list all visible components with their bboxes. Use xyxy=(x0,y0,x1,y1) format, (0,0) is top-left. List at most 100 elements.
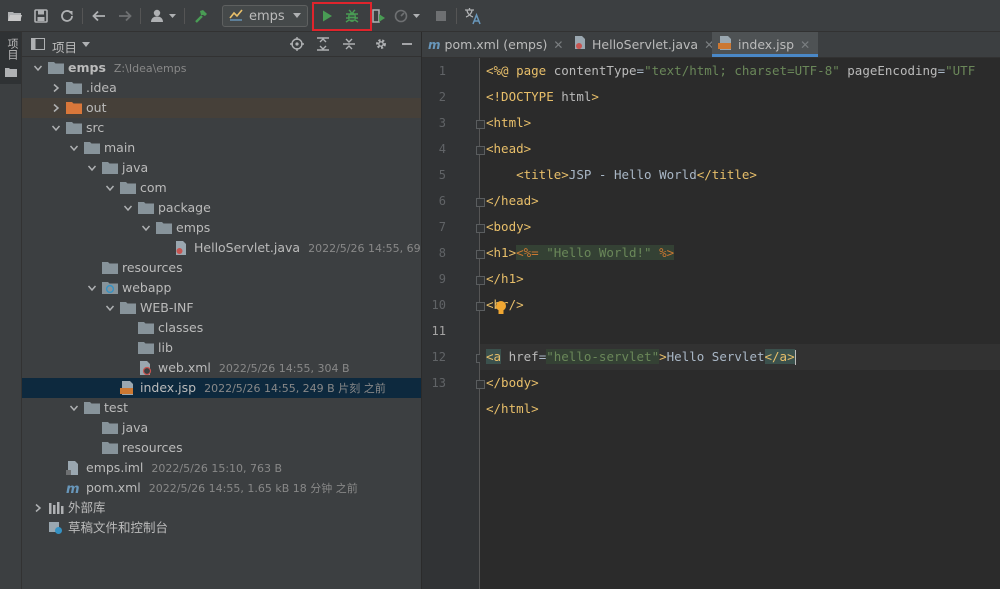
code-area[interactable]: <%@ page contentType="text/html; charset… xyxy=(480,58,1000,589)
chevron-down-icon[interactable] xyxy=(86,278,98,298)
tree-item-label: index.jsp 2022/5/26 14:55, 249 B 片刻 之前 xyxy=(140,380,386,395)
tree-item[interactable]: index.jsp 2022/5/26 14:55, 249 B 片刻 之前 xyxy=(22,378,422,398)
chevron-right-icon[interactable] xyxy=(50,78,62,98)
tree-item-label: java xyxy=(122,160,149,175)
tree-item[interactable]: java xyxy=(22,158,422,178)
tree-item[interactable]: webapp xyxy=(22,278,422,298)
tab-index-jsp[interactable]: index.jsp ✕ xyxy=(712,32,819,57)
tree-item[interactable]: resources xyxy=(22,258,422,278)
tab-helloservlet-java[interactable]: HelloServlet.java ✕ xyxy=(574,32,714,57)
project-tool-tab[interactable]: 项目 xyxy=(0,32,21,84)
folder-icon xyxy=(102,261,118,275)
tree-item[interactable]: HelloServlet.java 2022/5/26 14:55, 696 B … xyxy=(22,238,453,258)
tree-item[interactable]: com xyxy=(22,178,422,198)
xml-file-icon xyxy=(138,361,154,376)
tree-item[interactable]: web.xml 2022/5/26 14:55, 304 B xyxy=(22,358,422,378)
folder-icon xyxy=(102,421,118,435)
tree-item-label: main xyxy=(104,140,136,155)
tree-item[interactable]: resources xyxy=(22,438,422,458)
code-line-11: <a href="hello-servlet">Hello Servlet</a… xyxy=(486,349,796,365)
chevron-down-icon[interactable] xyxy=(104,178,116,198)
web-folder-icon xyxy=(102,281,118,295)
tree-item-label: package xyxy=(158,200,211,215)
stop-icon[interactable] xyxy=(430,5,452,27)
tree-item-label: 草稿文件和控制台 xyxy=(68,520,169,535)
tree-item[interactable]: java xyxy=(22,418,422,438)
hide-icon[interactable] xyxy=(398,35,416,53)
tool-window-strip: 项目 xyxy=(0,32,22,589)
tree-item[interactable]: main xyxy=(22,138,422,158)
chevron-down-icon[interactable] xyxy=(86,158,98,178)
tree-item-label: resources xyxy=(122,440,183,455)
tab-pom-xml[interactable]: m pom.xml (emps) ✕ xyxy=(428,32,563,57)
tree-item[interactable]: lib xyxy=(22,338,422,358)
chevron-down-icon[interactable] xyxy=(82,42,90,47)
lightbulb-icon[interactable] xyxy=(494,300,508,319)
tree-item[interactable]: out xyxy=(22,98,422,118)
chevron-down-icon[interactable] xyxy=(104,298,116,318)
folder-icon xyxy=(5,66,17,80)
tree-item-label: .idea xyxy=(86,80,117,95)
project-panel-title[interactable]: 项目 xyxy=(52,37,77,56)
save-icon[interactable] xyxy=(30,5,52,27)
tree-item[interactable]: classes xyxy=(22,318,422,338)
locate-icon[interactable] xyxy=(288,35,306,53)
tree-item[interactable]: 外部库 xyxy=(22,498,422,518)
profile-icon[interactable] xyxy=(392,5,422,27)
chevron-down-icon[interactable] xyxy=(32,58,44,78)
tree-item[interactable]: m pom.xml 2022/5/26 14:55, 1.65 kB 18 分钟 之… xyxy=(22,478,422,498)
editor: m pom.xml (emps) ✕ HelloServlet.java ✕ i… xyxy=(422,32,1000,589)
chevron-down-icon[interactable] xyxy=(122,198,134,218)
chevron-down-icon[interactable] xyxy=(140,218,152,238)
code-line-13: </html> xyxy=(486,401,539,416)
tree-item-label: out xyxy=(86,100,107,115)
tree-item-label: java xyxy=(122,420,149,435)
tree-item[interactable]: package xyxy=(22,198,422,218)
chevron-right-icon[interactable] xyxy=(50,98,62,118)
chevron-down-icon[interactable] xyxy=(50,118,62,138)
forward-icon[interactable] xyxy=(114,5,136,27)
editor-gutter: 1 2 3 4 5 6 7 8 9 10 11 12 13 xyxy=(422,58,485,589)
close-icon[interactable]: ✕ xyxy=(800,38,810,52)
line-number: 12 xyxy=(431,350,446,364)
expand-all-icon[interactable] xyxy=(314,35,332,53)
close-icon[interactable]: ✕ xyxy=(553,38,563,52)
project-tree: emps Z:\Idea\emps .idea out src main java com pa… xyxy=(22,58,453,538)
back-icon[interactable] xyxy=(88,5,110,27)
translate-icon[interactable] xyxy=(462,5,484,27)
folder-icon xyxy=(84,401,100,415)
maven-icon: m xyxy=(66,481,82,497)
chevron-right-icon[interactable] xyxy=(32,498,44,518)
tree-item[interactable]: src xyxy=(22,118,422,138)
user-icon[interactable] xyxy=(148,5,178,27)
sync-icon[interactable] xyxy=(56,5,78,27)
settings-icon[interactable] xyxy=(372,35,390,53)
tree-item[interactable]: WEB-INF xyxy=(22,298,422,318)
tree-item[interactable]: emps Z:\Idea\emps xyxy=(22,58,422,78)
tree-item[interactable]: emps.iml 2022/5/26 15:10, 763 B xyxy=(22,458,422,478)
tree-item-label: emps xyxy=(176,220,211,235)
folder-icon xyxy=(48,61,64,75)
open-folder-icon[interactable] xyxy=(4,5,26,27)
tab-label: index.jsp xyxy=(738,37,795,52)
tree-item-label: resources xyxy=(122,260,183,275)
line-number: 4 xyxy=(438,142,446,156)
tree-item[interactable]: .idea xyxy=(22,78,422,98)
tab-label: HelloServlet.java xyxy=(592,37,699,52)
library-icon xyxy=(48,501,64,515)
folder-icon xyxy=(138,341,154,355)
chevron-down-icon[interactable] xyxy=(68,138,80,158)
run-config-selector[interactable]: emps xyxy=(222,5,308,27)
tree-item-meta: 2022/5/26 15:10, 763 B xyxy=(151,462,283,475)
build-hammer-icon[interactable] xyxy=(190,5,212,27)
collapse-all-icon[interactable] xyxy=(340,35,358,53)
project-tool-tab-label: 项目 xyxy=(6,38,19,60)
line-number: 8 xyxy=(438,246,446,260)
tree-item-label: emps Z:\Idea\emps xyxy=(68,60,187,75)
tree-item[interactable]: 草稿文件和控制台 xyxy=(22,518,422,538)
editor-tabs: m pom.xml (emps) ✕ HelloServlet.java ✕ i… xyxy=(422,32,1000,58)
chevron-down-icon[interactable] xyxy=(68,398,80,418)
folder-icon xyxy=(138,201,154,215)
tree-item[interactable]: emps xyxy=(22,218,422,238)
tree-item[interactable]: test xyxy=(22,398,422,418)
